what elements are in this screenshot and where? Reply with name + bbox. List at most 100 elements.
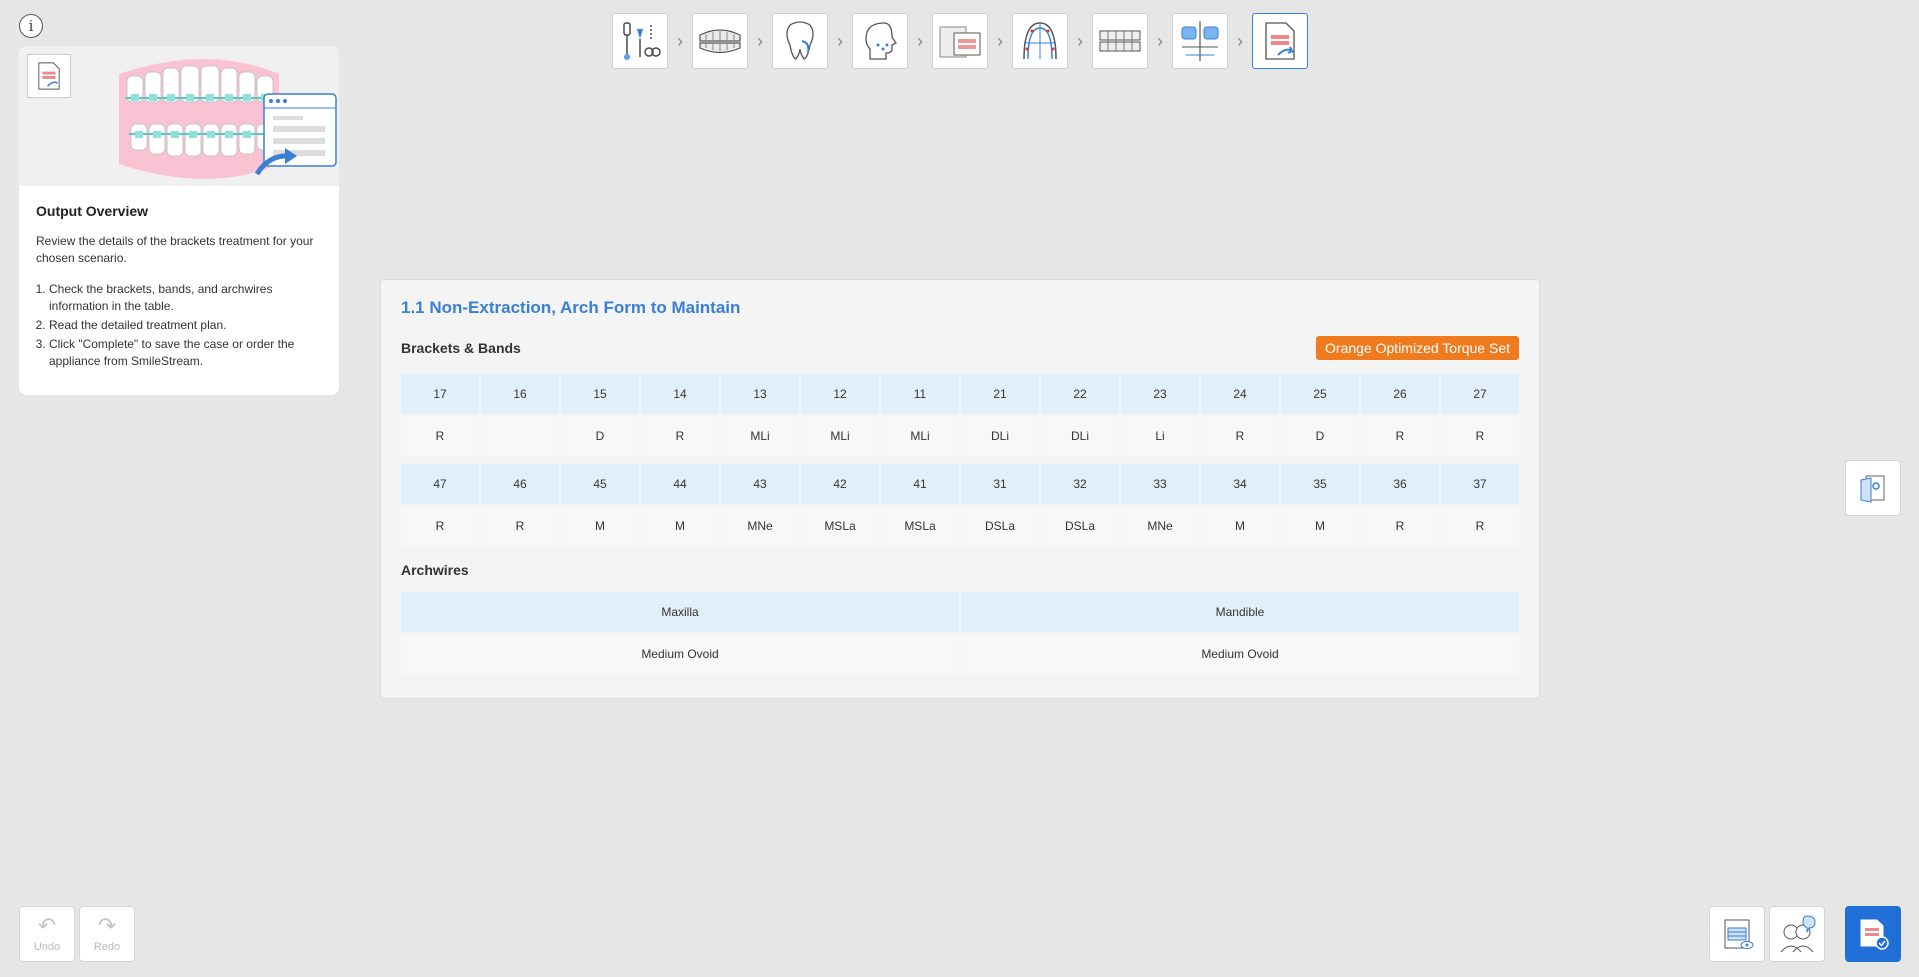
document-view-icon	[1860, 475, 1885, 503]
bracket-type-cell: MLi	[881, 416, 959, 456]
upper-teeth-table: 17 16 15 14 13 12 11 21 22 23 24 25 26 27 R D R MLi MLi ML…	[399, 372, 1521, 458]
chevron-right-icon: ›	[917, 30, 923, 51]
archwire-value-maxilla: Medium Ovoid	[401, 634, 959, 674]
step-arch-form[interactable]	[1012, 13, 1068, 69]
step-teeth-side[interactable]	[1092, 13, 1148, 69]
tooth-number-cell: 44	[641, 464, 719, 504]
tooth-number-cell: 33	[1121, 464, 1199, 504]
doctor-consult-icon	[1780, 915, 1816, 953]
instruction-list: Check the brackets, bands, and archwires…	[36, 281, 322, 370]
tooth-number-cell: 13	[721, 374, 799, 414]
complete-button[interactable]	[1845, 906, 1901, 962]
teeth-illustration	[19, 46, 339, 186]
tooth-number-cell: 25	[1281, 374, 1359, 414]
bracket-type-cell: R	[1361, 506, 1439, 546]
chevron-right-icon: ›	[837, 30, 843, 51]
tooth-number-cell: 11	[881, 374, 959, 414]
panel-description: Review the details of the brackets treat…	[36, 234, 314, 265]
bracket-type-cell: DSLa	[1041, 506, 1119, 546]
bracket-type-cell: R	[641, 416, 719, 456]
chevron-right-icon: ›	[997, 30, 1003, 51]
bracket-type-cell: DLi	[1041, 416, 1119, 456]
tooth-number-cell: 27	[1441, 374, 1519, 414]
bracket-type-cell: MLi	[721, 416, 799, 456]
undo-label: Undo	[33, 941, 61, 953]
tooth-number-cell: 37	[1441, 464, 1519, 504]
bracket-type-cell: M	[1201, 506, 1279, 546]
arch-form-icon	[1023, 22, 1057, 60]
archwires-table: Maxilla Mandible Medium Ovoid Medium Ovo…	[399, 590, 1521, 676]
bracket-type-cell: Li	[1121, 416, 1199, 456]
chevron-right-icon: ›	[1237, 30, 1243, 51]
step-head-profile[interactable]	[852, 13, 908, 69]
chevron-right-icon: ›	[1077, 30, 1083, 51]
output-document-icon	[1265, 22, 1295, 60]
table-view-icon	[1724, 919, 1754, 949]
tooth-icon	[786, 21, 814, 60]
step-xray[interactable]	[932, 13, 988, 69]
bracket-align-icon	[1181, 21, 1219, 61]
output-overview-panel: Output Overview Review the details of th…	[19, 46, 339, 395]
bracket-type-cell: R	[1441, 416, 1519, 456]
tooth-number-cell: 45	[561, 464, 639, 504]
tooth-number-cell: 41	[881, 464, 959, 504]
bracket-type-cell	[481, 416, 559, 456]
bracket-type-cell: MSLa	[881, 506, 959, 546]
step-output[interactable]	[1252, 13, 1308, 69]
bracket-type-cell: R	[401, 416, 479, 456]
tooth-number-cell: 34	[1201, 464, 1279, 504]
redo-button[interactable]: ↷ Redo	[79, 906, 135, 962]
bracket-type-cell: DSLa	[961, 506, 1039, 546]
archwires-section-title: Archwires	[401, 562, 469, 578]
tooth-number-cell: 12	[801, 374, 879, 414]
undo-icon: ↶	[37, 913, 57, 938]
tooth-number-cell: 42	[801, 464, 879, 504]
head-profile-icon	[865, 22, 897, 60]
tooth-number-cell: 17	[401, 374, 479, 414]
bracket-type-cell: M	[1281, 506, 1359, 546]
step-navigation: › › › › › › › ›	[612, 13, 1308, 69]
consult-button[interactable]	[1769, 906, 1825, 962]
instruments-icon	[623, 22, 661, 60]
list-item: Check the brackets, bands, and archwires…	[49, 281, 322, 315]
archwire-value-mandible: Medium Ovoid	[961, 634, 1519, 674]
tooth-number-cell: 22	[1041, 374, 1119, 414]
bracket-type-cell: D	[1281, 416, 1359, 456]
tooth-number-cell: 16	[481, 374, 559, 414]
step-tooth[interactable]	[772, 13, 828, 69]
info-button[interactable]: i	[19, 14, 43, 38]
list-item: Click "Complete" to save the case or ord…	[49, 336, 322, 370]
bracket-type-cell: MSLa	[801, 506, 879, 546]
xray-icon	[939, 26, 981, 58]
bracket-type-cell: DLi	[961, 416, 1039, 456]
tooth-number-cell: 46	[481, 464, 559, 504]
bracket-type-cell: MLi	[801, 416, 879, 456]
step-bracket-align[interactable]	[1172, 13, 1228, 69]
archwire-header-mandible: Mandible	[961, 592, 1519, 632]
bracket-type-cell: M	[561, 506, 639, 546]
dental-arch-icon	[699, 29, 741, 54]
tooth-number-cell: 36	[1361, 464, 1439, 504]
undo-button[interactable]: ↶ Undo	[19, 906, 75, 962]
bracket-type-cell: R	[1361, 416, 1439, 456]
info-icon: i	[28, 17, 34, 35]
view-table-button[interactable]	[1709, 906, 1765, 962]
archwire-header-maxilla: Maxilla	[401, 592, 959, 632]
scenario-title: 1.1 Non-Extraction, Arch Form to Maintai…	[401, 298, 741, 317]
bracket-type-cell: R	[481, 506, 559, 546]
step-dental-arch[interactable]	[692, 13, 748, 69]
redo-label: Redo	[93, 941, 121, 953]
bracket-type-cell: R	[1201, 416, 1279, 456]
step-instruments[interactable]	[612, 13, 668, 69]
tooth-number-cell: 26	[1361, 374, 1439, 414]
tooth-number-cell: 24	[1201, 374, 1279, 414]
tooth-number-cell: 32	[1041, 464, 1119, 504]
tooth-number-cell: 35	[1281, 464, 1359, 504]
tooth-number-cell: 31	[961, 464, 1039, 504]
tooth-number-cell: 21	[961, 374, 1039, 414]
tooth-number-cell: 43	[721, 464, 799, 504]
document-view-button[interactable]	[1845, 460, 1901, 516]
panel-title: Output Overview	[36, 203, 149, 219]
bracket-type-cell: MNe	[1121, 506, 1199, 546]
tooth-number-cell: 14	[641, 374, 719, 414]
